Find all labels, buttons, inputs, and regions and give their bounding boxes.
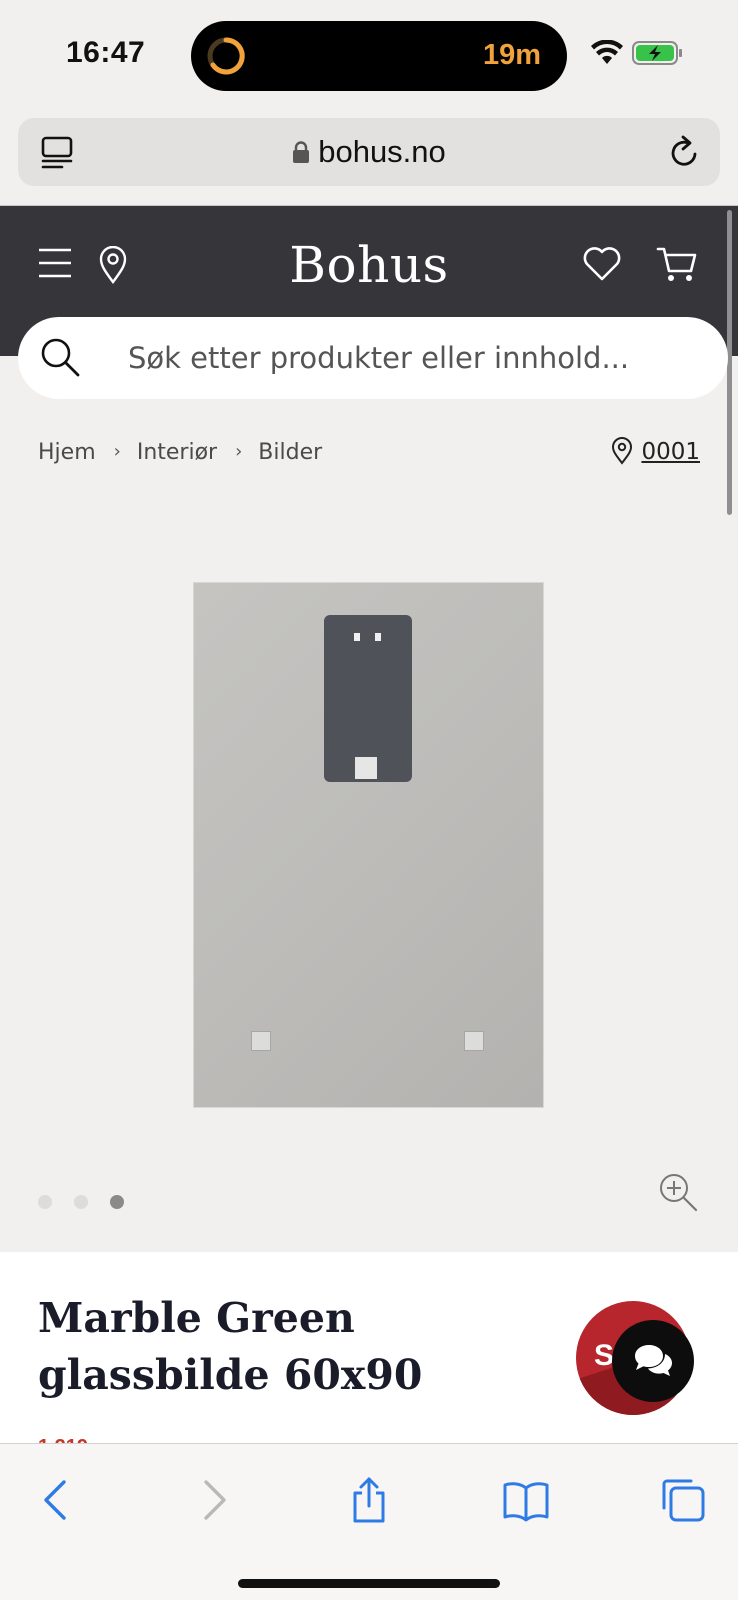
gallery-dots — [38, 1195, 146, 1214]
gallery-dot-2[interactable] — [74, 1195, 88, 1209]
back-icon[interactable] — [32, 1476, 80, 1524]
bookmarks-icon[interactable] — [502, 1476, 550, 1524]
chevron-right-icon: › — [113, 441, 121, 462]
home-indicator[interactable] — [238, 1579, 500, 1588]
dynamic-island[interactable]: 19m — [191, 21, 567, 91]
wifi-icon — [591, 40, 623, 64]
gallery-dot-3[interactable] — [110, 1195, 124, 1209]
search-icon[interactable] — [40, 337, 80, 377]
reload-icon[interactable] — [668, 134, 702, 170]
chat-icon — [635, 1345, 672, 1376]
chat-button[interactable] — [612, 1320, 694, 1402]
lock-icon — [293, 141, 310, 163]
store-code[interactable]: 0001 — [641, 439, 700, 465]
hanger-label — [355, 757, 377, 779]
product-info: Marble Green glassbilde 60x90 1 219 S — [0, 1252, 738, 1458]
brand-logo[interactable]: Bohus — [0, 236, 738, 294]
product-image[interactable] — [193, 582, 544, 1108]
share-icon[interactable] — [345, 1476, 393, 1524]
breadcrumb-item-pictures[interactable]: Bilder — [258, 440, 322, 465]
hanger-slot — [354, 633, 360, 641]
cart-icon[interactable] — [656, 244, 698, 284]
url-display[interactable]: bohus.no — [18, 134, 720, 170]
zoom-in-icon[interactable] — [658, 1172, 698, 1212]
browser-toolbar — [0, 1443, 738, 1600]
search-input[interactable] — [128, 317, 688, 399]
timer-ring-icon — [207, 37, 245, 75]
gallery-dot-1[interactable] — [38, 1195, 52, 1209]
breadcrumb-item-interior[interactable]: Interiør — [137, 440, 217, 465]
address-bar[interactable]: bohus.no — [18, 118, 720, 186]
breadcrumb-item-home[interactable]: Hjem — [38, 440, 96, 465]
timer-text: 19m — [482, 39, 541, 71]
status-time: 16:47 — [66, 36, 146, 69]
hanger-plate — [324, 615, 412, 782]
search-box[interactable] — [18, 317, 728, 399]
breadcrumb: Hjem › Interiør › Bilder — [38, 440, 322, 465]
tab-overview-icon[interactable] — [658, 1476, 706, 1524]
heart-icon[interactable] — [582, 246, 622, 282]
forward-icon[interactable] — [190, 1476, 238, 1524]
sale-badge-letter: S — [594, 1339, 615, 1372]
wall-bumper — [251, 1031, 271, 1051]
location-pin-icon — [612, 437, 633, 465]
chevron-right-icon: › — [235, 441, 243, 462]
store-selector[interactable]: 0001 — [611, 437, 700, 465]
wall-bumper — [464, 1031, 484, 1051]
battery-icon — [632, 41, 682, 65]
status-bar: 16:47 19m — [0, 0, 738, 110]
hanger-slot — [375, 633, 381, 641]
product-title: Marble Green glassbilde 60x90 — [38, 1294, 423, 1399]
url-text: bohus.no — [318, 134, 446, 169]
